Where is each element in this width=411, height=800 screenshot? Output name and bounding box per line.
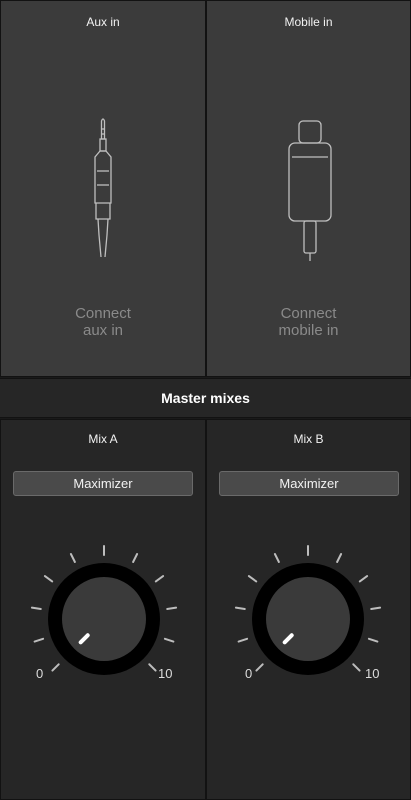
mix-b-level-knob[interactable] xyxy=(205,530,411,690)
knob-tick xyxy=(132,553,139,563)
knob-tick xyxy=(370,606,382,610)
mix-a-title: Mix A xyxy=(88,432,118,446)
mobile-in-panel: Mobile in Connect mobile in xyxy=(206,0,411,377)
knob-tick xyxy=(237,637,249,643)
knob-tick xyxy=(30,606,42,610)
knob-tick xyxy=(69,553,76,563)
knob-tick xyxy=(255,663,264,672)
knob-tick xyxy=(352,663,361,672)
lightning-connector-icon xyxy=(288,120,332,261)
mix-a-scale-max: 10 xyxy=(158,666,173,681)
knob-tick xyxy=(234,606,246,610)
mix-a-panel: Mix A Maximizer 0 10 xyxy=(0,419,206,800)
mix-b-scale-min: 0 xyxy=(245,666,253,681)
knob-tick xyxy=(247,575,258,583)
knob-tick xyxy=(367,637,379,643)
knob-tick xyxy=(166,606,178,610)
knob-tick xyxy=(358,575,369,583)
mix-b-scale-max: 10 xyxy=(365,666,380,681)
knob-tick xyxy=(336,553,343,563)
knob-tick xyxy=(33,637,45,643)
mix-b-title: Mix B xyxy=(293,432,324,446)
aux-jack-icon xyxy=(94,118,112,258)
mix-a-maximizer-button[interactable]: Maximizer xyxy=(13,471,193,496)
master-mixes-title: Master mixes xyxy=(161,390,250,406)
aux-in-connect-text: Connect aux in xyxy=(75,305,131,339)
knob-tick xyxy=(51,663,60,672)
knob-tick xyxy=(154,575,165,583)
mix-b-panel: Mix B Maximizer 0 10 xyxy=(206,419,411,800)
knob-tick xyxy=(163,637,175,643)
mobile-in-connect-text: Connect mobile in xyxy=(278,305,339,339)
master-mixes-header: Master mixes xyxy=(0,378,411,418)
aux-in-panel: Aux in Connect aux in xyxy=(0,0,206,377)
knob-tick xyxy=(148,663,157,672)
knob-tick xyxy=(273,553,280,563)
mix-b-maximizer-button[interactable]: Maximizer xyxy=(219,471,399,496)
mix-a-scale-min: 0 xyxy=(36,666,44,681)
aux-in-title: Aux in xyxy=(86,15,120,29)
knob-tick xyxy=(43,575,54,583)
mobile-in-title: Mobile in xyxy=(284,15,333,29)
mix-a-level-knob[interactable] xyxy=(1,530,207,690)
